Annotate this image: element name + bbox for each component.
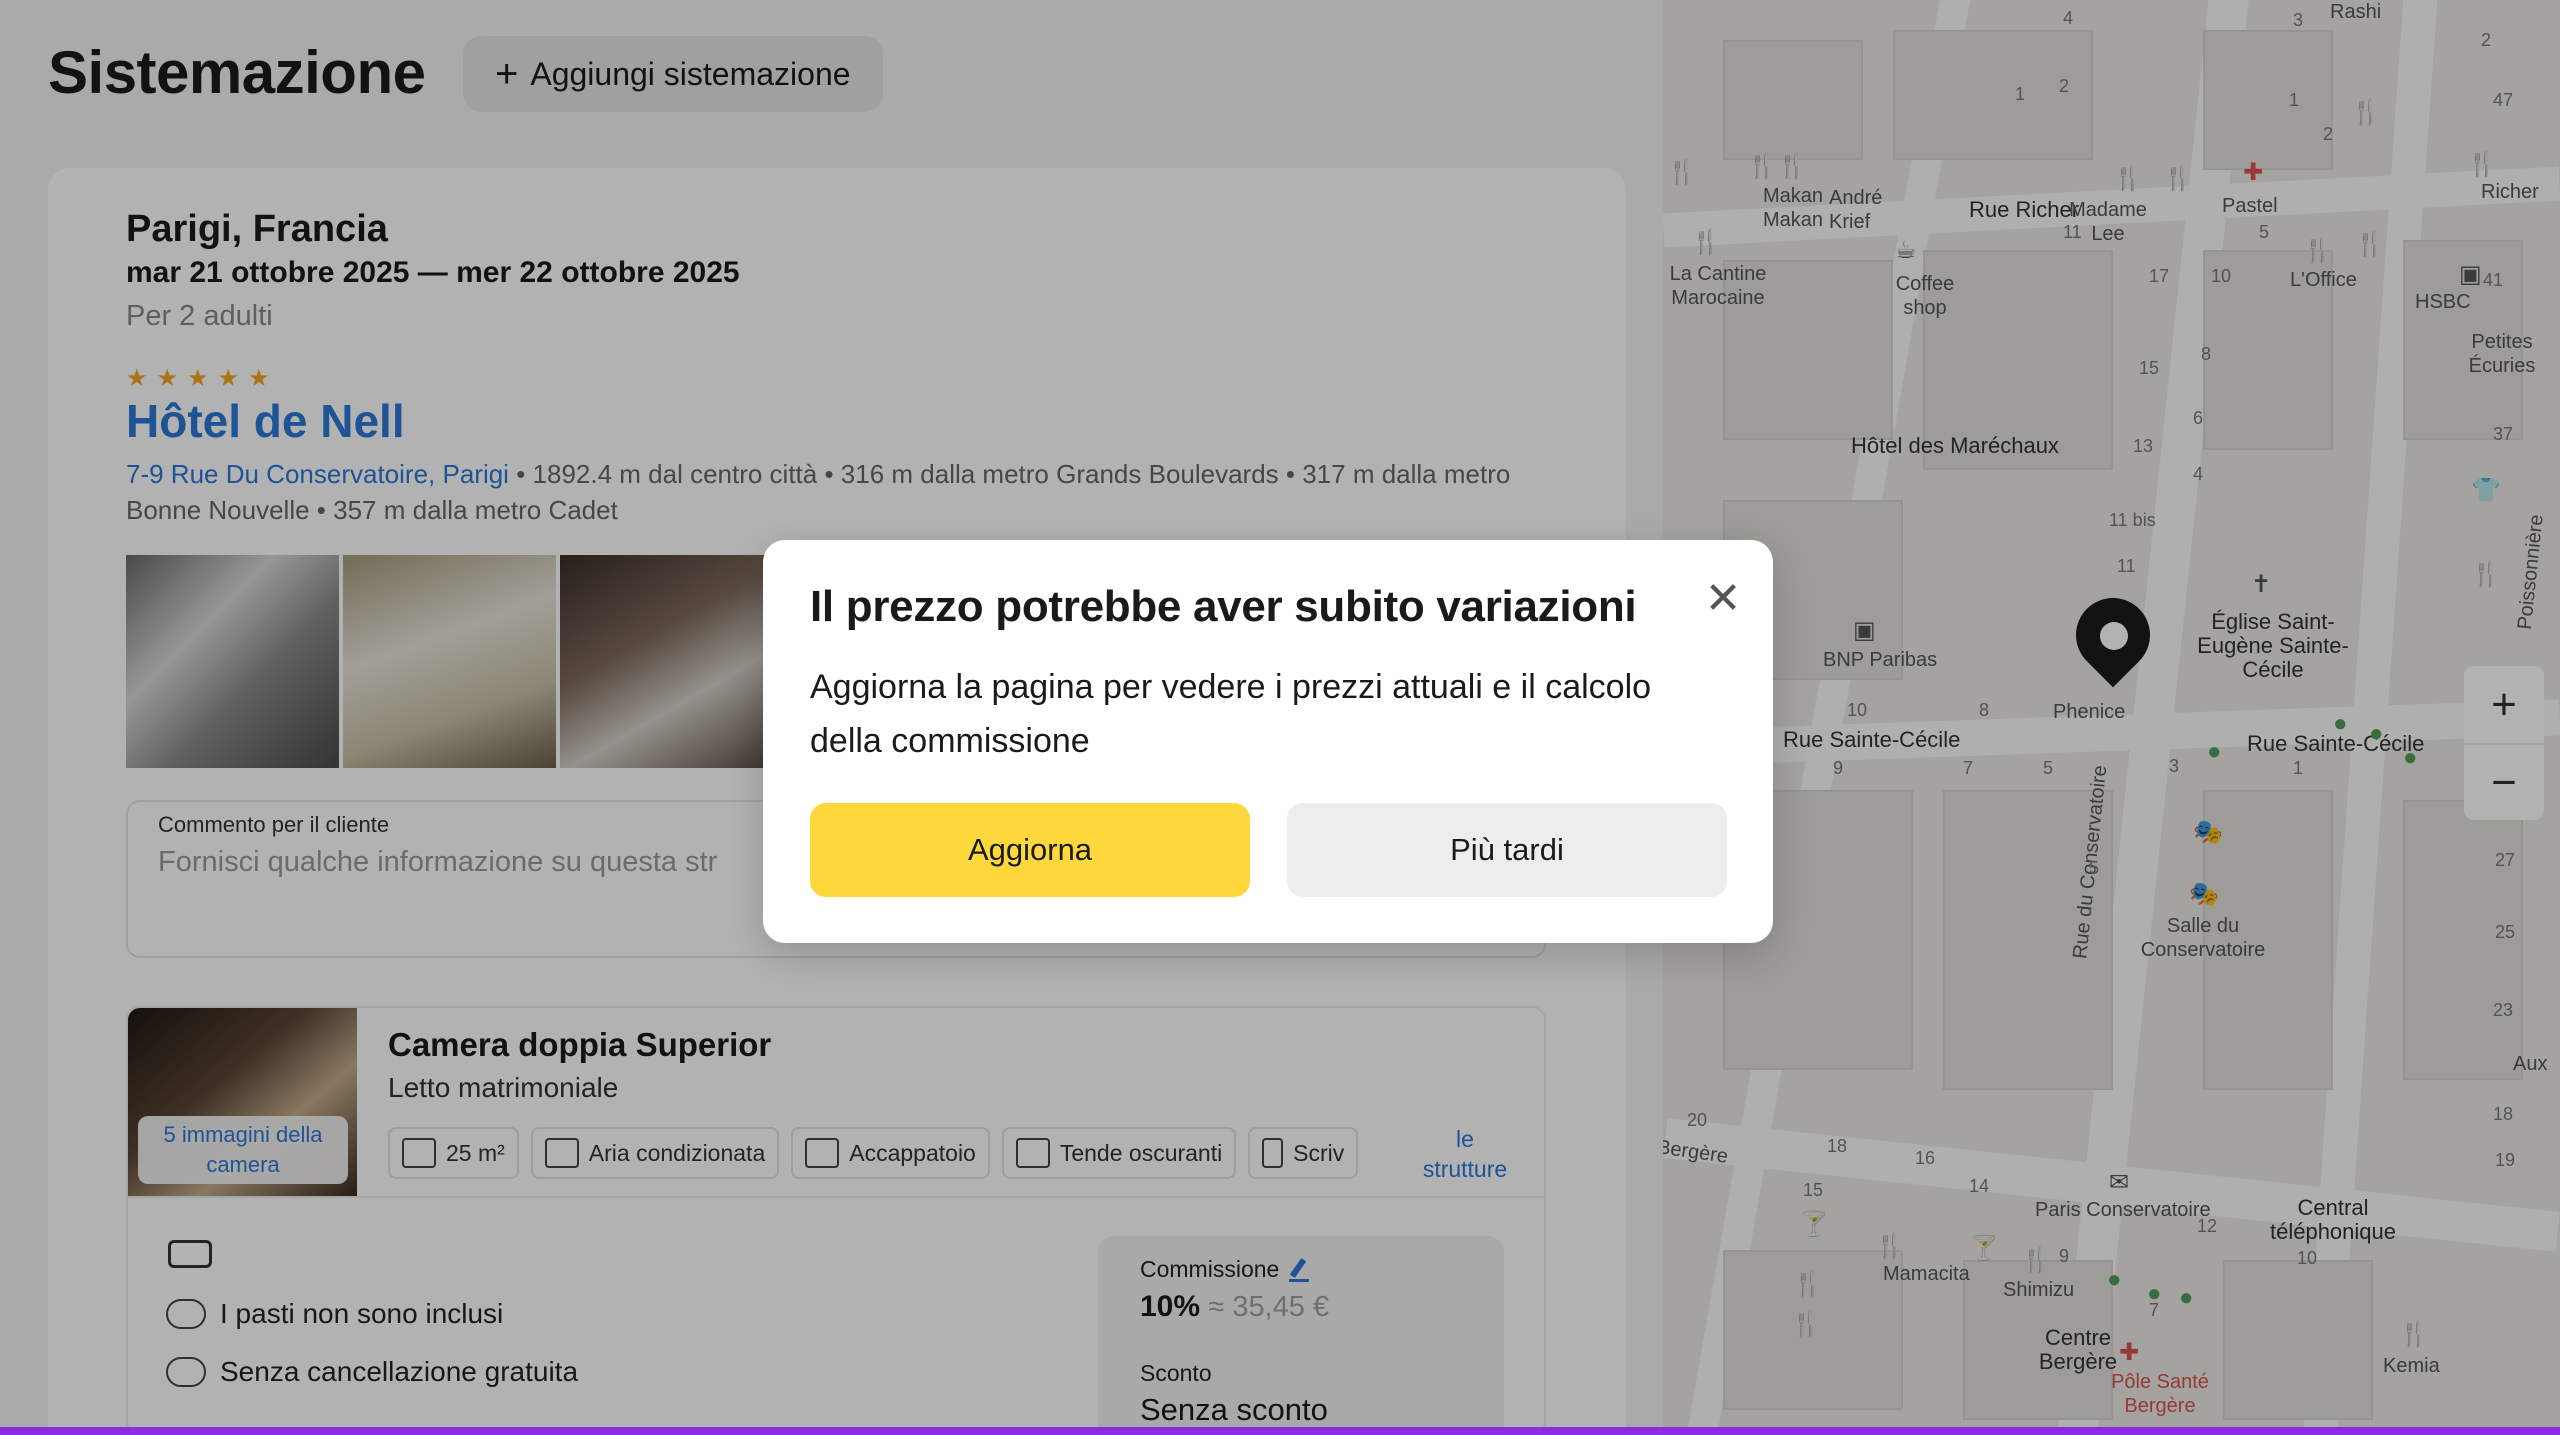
price-change-dialog: Il prezzo potrebbe aver subito variazion…	[763, 540, 1773, 943]
dialog-title: Il prezzo potrebbe aver subito variazion…	[810, 582, 1637, 631]
bottom-accent-bar	[0, 1427, 2560, 1435]
later-button[interactable]: Più tardi	[1287, 803, 1727, 897]
dialog-message: Aggiorna la pagina per vedere i prezzi a…	[810, 668, 1652, 760]
close-icon[interactable]: ✕	[1697, 572, 1749, 624]
refresh-button[interactable]: Aggiorna	[810, 803, 1250, 897]
